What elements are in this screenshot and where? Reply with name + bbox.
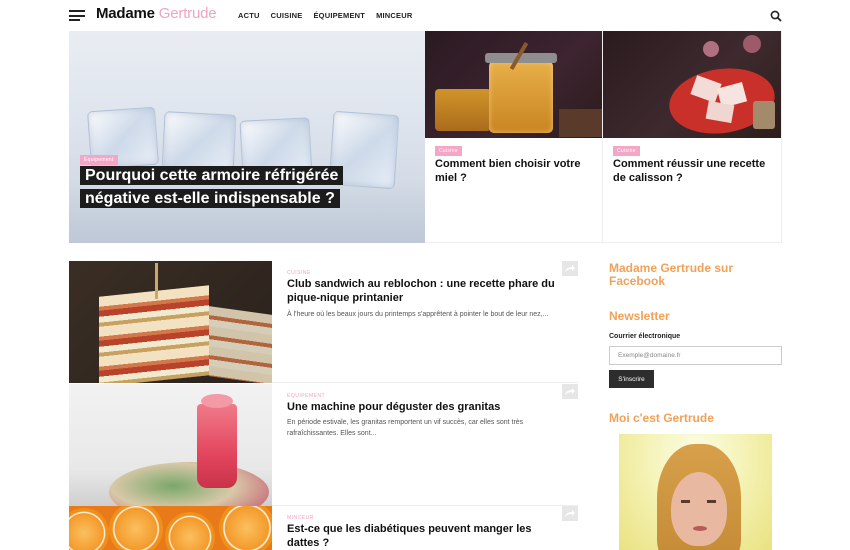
card-category-tag[interactable]: Cuisine (435, 146, 462, 156)
site-header: Madame Gertrude ACTU CUISINE ÉQUIPEMENT … (0, 0, 850, 31)
email-label: Courrier électronique (609, 333, 681, 340)
main-nav: ACTU CUISINE ÉQUIPEMENT MINCEUR (238, 11, 412, 20)
card-title[interactable]: Comment réussir une recette de calisson … (613, 157, 771, 185)
list-item[interactable]: ÉQUIPEMENT Une machine pour déguster des… (69, 384, 578, 506)
article-category[interactable]: ÉQUIPEMENT (287, 393, 325, 399)
card-article-calisson[interactable]: Cuisine Comment réussir une recette de c… (603, 31, 782, 243)
oranges-image (69, 506, 272, 550)
subscribe-button[interactable]: S'inscrire (609, 370, 654, 388)
newsletter-heading: Newsletter (609, 309, 670, 323)
card-title[interactable]: Comment bien choisir votre miel ? (435, 157, 593, 185)
share-icon[interactable] (562, 261, 578, 276)
granita-image (69, 384, 272, 506)
hero-article[interactable] (69, 31, 425, 243)
facebook-heading[interactable]: Madame Gertrude sur Facebook (609, 262, 749, 288)
honey-image (425, 31, 602, 138)
card-category-tag[interactable]: Cuisine (613, 146, 640, 156)
nav-item-actu[interactable]: ACTU (238, 11, 260, 20)
menu-icon[interactable] (69, 10, 85, 21)
search-icon[interactable] (770, 10, 782, 22)
nav-item-equipement[interactable]: ÉQUIPEMENT (313, 11, 365, 20)
share-icon[interactable] (562, 384, 578, 399)
hero-category-tag[interactable]: Équipement (80, 155, 118, 165)
share-icon[interactable] (562, 506, 578, 521)
list-item[interactable]: MINCEUR Est-ce que les diabétiques peuve… (69, 506, 578, 550)
article-title[interactable]: Club sandwich au reblochon : une recette… (287, 277, 557, 305)
hero-title-text[interactable]: Pourquoi cette armoire réfrigérée négati… (80, 166, 344, 208)
hero-title[interactable]: Pourquoi cette armoire réfrigérée négati… (80, 165, 350, 210)
about-heading: Moi c'est Gertrude (609, 411, 714, 425)
card-article-honey[interactable]: Cuisine Comment bien choisir votre miel … (425, 31, 603, 243)
nav-item-minceur[interactable]: MINCEUR (376, 11, 412, 20)
logo-text-madame: Madame (96, 5, 155, 22)
nav-item-cuisine[interactable]: CUISINE (271, 11, 303, 20)
author-photo (619, 434, 772, 550)
article-category[interactable]: CUISINE (287, 270, 311, 276)
article-excerpt: En période estivale, les granitas rempor… (287, 419, 524, 437)
site-logo[interactable]: Madame Gertrude (96, 5, 217, 22)
logo-text-gertrude: Gertrude (158, 5, 217, 22)
article-category[interactable]: MINCEUR (287, 515, 314, 521)
calisson-image (603, 31, 781, 138)
article-title[interactable]: Une machine pour déguster des granitas (287, 400, 557, 414)
email-field[interactable] (609, 346, 782, 365)
ice-cubes-image (69, 31, 425, 243)
article-excerpt: À l'heure où les beaux jours du printemp… (287, 311, 549, 318)
article-title[interactable]: Est-ce que les diabétiques peuvent mange… (287, 522, 557, 550)
sandwich-image (69, 261, 272, 383)
list-item[interactable]: CUISINE Club sandwich au reblochon : une… (69, 261, 578, 383)
